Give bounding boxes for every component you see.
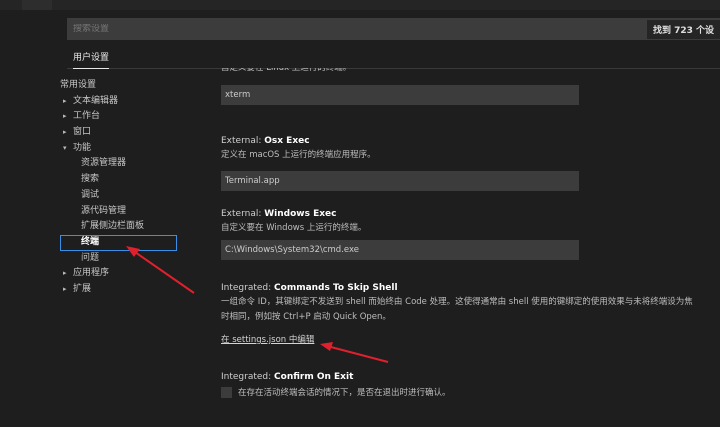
chevron-right-icon: ▸ [63, 269, 67, 278]
search-result-count: 找到 723 个设 [646, 19, 720, 39]
toc-item-terminal[interactable]: 终端 [60, 234, 177, 251]
edit-in-settings-json-link[interactable]: 在 settings.json 中编辑 [221, 335, 314, 345]
setting-category: Integrated: [221, 372, 275, 382]
toc-label: 文本编辑器 [73, 95, 119, 106]
settings-tab-bar: 用户设置 [67, 44, 720, 69]
setting-description-line-2: 时相同，例如按 Ctrl+P 启动 Quick Open。 [221, 312, 391, 322]
chevron-right-icon: ▸ [63, 284, 67, 293]
setting-title: Integrated: Commands To Skip Shell [221, 281, 720, 295]
toc-label: 资源管理器 [81, 158, 127, 169]
toc-item-scm[interactable]: 源代码管理 [60, 204, 180, 220]
toc-label: 搜索 [81, 174, 100, 185]
toc-label: 调试 [81, 189, 100, 200]
toc-item-window[interactable]: ▸ 窗口 [60, 125, 180, 141]
toc-item-workbench[interactable]: ▸ 工作台 [60, 109, 180, 125]
setting-description: 自定义要在 Windows 上运行的终端。 [221, 223, 367, 233]
settings-search-bar[interactable]: 找到 723 个设 [67, 18, 720, 40]
chevron-right-icon: ▸ [63, 128, 67, 137]
settings-content: 自定义要在 Linux 上运行的终端。 External: Osx Exec 定… [221, 68, 720, 427]
toc-item-features[interactable]: ▾ 功能 [60, 141, 180, 157]
setting-name: Confirm On Exit [274, 372, 354, 382]
setting-category: External: [221, 136, 265, 146]
setting-name: Osx Exec [264, 136, 310, 146]
toc-item-application[interactable]: ▸ 应用程序 [60, 266, 180, 282]
toc-label: 工作台 [73, 111, 101, 122]
toc-item-debug[interactable]: 调试 [60, 188, 180, 204]
tab-user-settings[interactable]: 用户设置 [73, 50, 110, 69]
toc-label: 终端 [81, 236, 100, 247]
windows-exec-input[interactable] [221, 240, 579, 260]
toc-item-search[interactable]: 搜索 [60, 172, 180, 188]
toc-item-extensions-viewlet[interactable]: 扩展侧边栏面板 [60, 219, 180, 235]
setting-commands-to-skip-shell: Integrated: Commands To Skip Shell 一组命令 … [221, 281, 720, 345]
settings-search-input[interactable] [73, 24, 647, 34]
setting-description: 自定义要在 Linux 上运行的终端。 [221, 68, 352, 73]
toc-item-text-editor[interactable]: ▸ 文本编辑器 [60, 94, 180, 110]
setting-description-line-1: 一组命令 ID，其键绑定不发送到 shell 而始终由 Code 处理。这使得通… [221, 297, 693, 307]
toc-label: 应用程序 [73, 268, 110, 279]
title-strip [0, 0, 720, 10]
toc-label: 功能 [73, 142, 92, 153]
setting-confirm-on-exit: Integrated: Confirm On Exit 在存在活动终端会话的情况… [221, 370, 720, 401]
setting-category: External: [221, 209, 265, 219]
linux-exec-input[interactable] [221, 85, 579, 105]
osx-exec-input[interactable] [221, 171, 579, 191]
setting-name: Commands To Skip Shell [274, 283, 398, 293]
setting-title: External: Osx Exec [221, 134, 720, 148]
checkbox-label: 在存在活动终端会话的情况下，是否在退出时进行确认。 [238, 388, 451, 398]
toc-item-explorer[interactable]: 资源管理器 [60, 156, 180, 172]
setting-title: External: Windows Exec [221, 207, 720, 221]
setting-name: Windows Exec [264, 209, 337, 219]
setting-osx-exec: External: Osx Exec 定义在 macOS 上运行的终端应用程序。 [221, 134, 720, 191]
toc-label: 常用设置 [60, 80, 97, 90]
setting-category: Integrated: [221, 283, 275, 293]
toc-label: 窗口 [73, 127, 92, 138]
setting-title: Integrated: Confirm On Exit [221, 370, 720, 384]
setting-description: 定义在 macOS 上运行的终端应用程序。 [221, 150, 376, 160]
settings-toc: 常用设置 ▸ 文本编辑器 ▸ 工作台 ▸ 窗口 ▾ 功能 资源管理器 搜索 调试 源代码… [60, 78, 180, 298]
chevron-down-icon: ▾ [63, 143, 67, 152]
toc-label: 扩展侧边栏面板 [81, 221, 145, 232]
toc-item-extensions[interactable]: ▸ 扩展 [60, 282, 180, 298]
confirm-on-exit-row: 在存在活动终端会话的情况下，是否在退出时进行确认。 [221, 386, 720, 401]
toc-label: 问题 [81, 252, 100, 263]
toc-item-common[interactable]: 常用设置 [60, 78, 180, 94]
toc-label: 源代码管理 [81, 205, 127, 216]
setting-windows-exec: External: Windows Exec 自定义要在 Windows 上运行… [221, 207, 720, 260]
chevron-right-icon: ▸ [63, 96, 67, 105]
setting-linux-exec: 自定义要在 Linux 上运行的终端。 [221, 68, 720, 105]
confirm-on-exit-checkbox[interactable] [221, 387, 232, 398]
editor-tab-stub[interactable] [22, 0, 52, 10]
chevron-right-icon: ▸ [63, 112, 67, 121]
toc-item-problems[interactable]: 问题 [60, 251, 180, 267]
toc-label: 扩展 [73, 283, 92, 294]
